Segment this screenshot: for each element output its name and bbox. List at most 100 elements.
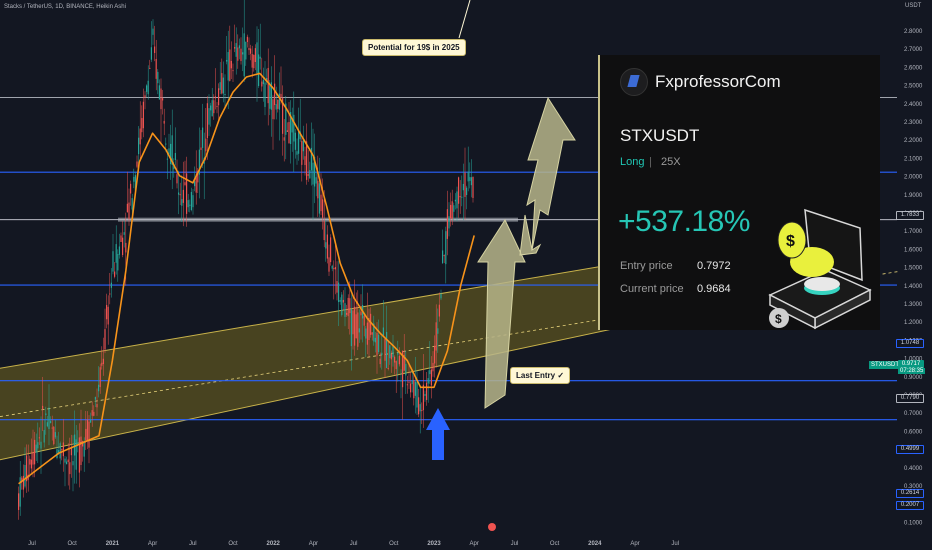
candle-body bbox=[32, 452, 34, 465]
side-separator: | bbox=[649, 156, 652, 168]
candle-body bbox=[94, 397, 96, 400]
y-tick-label: 0.6000 bbox=[904, 429, 923, 435]
candle-body bbox=[467, 171, 469, 182]
candle-body bbox=[293, 114, 295, 142]
candle-body bbox=[53, 426, 55, 445]
y-tick-label: 2.7000 bbox=[904, 47, 923, 53]
candle-body bbox=[264, 82, 266, 107]
candle-body bbox=[414, 381, 416, 396]
candle-body bbox=[307, 174, 309, 176]
candle-body bbox=[37, 442, 39, 449]
candle-body bbox=[408, 381, 410, 383]
candle-countdown: 07:28:35 bbox=[898, 368, 926, 374]
candle-body bbox=[459, 196, 461, 198]
candle-body bbox=[349, 298, 351, 314]
candle-body bbox=[75, 439, 77, 470]
candle-body bbox=[470, 177, 472, 186]
candle-body bbox=[46, 422, 48, 427]
candle-body bbox=[304, 156, 306, 166]
position-side: Long bbox=[620, 156, 645, 168]
candle-body bbox=[360, 311, 362, 316]
potential-callout[interactable]: Potential for 19$ in 2025 bbox=[362, 39, 466, 56]
candle-body bbox=[381, 352, 383, 355]
last-entry-callout[interactable]: Last Entry ✓ bbox=[510, 367, 571, 384]
brand-logo bbox=[620, 68, 648, 96]
candle-body bbox=[78, 437, 80, 473]
candle-body bbox=[120, 235, 122, 242]
candle-body bbox=[126, 203, 128, 213]
ticker-tag: STXUSDT bbox=[869, 361, 902, 369]
candle-body bbox=[454, 199, 456, 202]
candle-body bbox=[43, 430, 45, 443]
candle-body bbox=[72, 461, 74, 466]
candle-body bbox=[149, 67, 151, 69]
candle-body bbox=[230, 60, 232, 69]
svg-text:$: $ bbox=[786, 233, 795, 250]
candle-body bbox=[131, 198, 133, 210]
symbol-title[interactable]: Stacks / TetherUS, 1D, BINANCE, Heikin A… bbox=[4, 4, 126, 10]
candle-body bbox=[102, 358, 104, 364]
x-tick-label: Apr bbox=[148, 541, 157, 547]
time-axis[interactable]: Jul Oct 2021 Apr Jul Oct 2022 Apr Jul Oct 2023 Apr J… bbox=[28, 541, 679, 547]
candle-body bbox=[354, 306, 356, 346]
candle-body bbox=[398, 355, 400, 365]
candle-body bbox=[365, 328, 367, 339]
x-tick-label: Jul bbox=[28, 541, 36, 547]
candle-body bbox=[114, 271, 116, 277]
candle-body bbox=[69, 462, 71, 475]
candle-body bbox=[421, 409, 423, 412]
candle-body bbox=[418, 397, 420, 415]
candle-body bbox=[226, 60, 228, 62]
y-tick-label: 2.0000 bbox=[904, 175, 923, 181]
candle-body bbox=[453, 205, 455, 212]
candle-body bbox=[54, 432, 56, 438]
candle-body bbox=[219, 82, 221, 90]
candle-body bbox=[427, 378, 429, 384]
candle-body bbox=[237, 47, 239, 61]
candle-body bbox=[267, 67, 269, 104]
entry-price-label: Entry price bbox=[620, 260, 673, 272]
candle-body bbox=[274, 83, 276, 105]
candle-body bbox=[386, 332, 388, 369]
candle-body bbox=[298, 131, 300, 154]
y-tick-label: 1.6000 bbox=[904, 247, 923, 253]
candle-body bbox=[326, 234, 328, 259]
candle-body bbox=[178, 192, 180, 195]
candle-body bbox=[261, 81, 263, 87]
candle-body bbox=[34, 439, 36, 465]
candle-body bbox=[461, 196, 463, 198]
candle-body bbox=[448, 216, 450, 229]
candle-body bbox=[309, 170, 311, 179]
candle-body bbox=[165, 143, 167, 145]
candle-body bbox=[390, 353, 392, 360]
candle-body bbox=[91, 410, 93, 416]
x-tick-label: Jul bbox=[511, 541, 519, 547]
candle-body bbox=[246, 36, 248, 43]
candle-body bbox=[206, 103, 208, 138]
y-tick-label: 0.1000 bbox=[904, 520, 923, 526]
candle-body bbox=[147, 80, 149, 95]
candle-body bbox=[130, 183, 132, 194]
candle-body bbox=[317, 180, 319, 199]
price-tag-level-5: 0.2614 bbox=[896, 489, 924, 498]
candle-body bbox=[325, 242, 327, 249]
candle-body bbox=[258, 54, 260, 87]
candle-body bbox=[341, 294, 343, 315]
candle-body bbox=[176, 174, 178, 184]
candle-body bbox=[451, 201, 453, 219]
candle-body bbox=[374, 337, 376, 343]
candle-body bbox=[109, 293, 111, 295]
y-tick-label: 2.8000 bbox=[904, 29, 923, 35]
candle-body bbox=[101, 362, 103, 366]
candle-body bbox=[211, 100, 213, 117]
candle-body bbox=[122, 237, 124, 256]
y-tick-label: 2.1000 bbox=[904, 156, 923, 162]
candle-body bbox=[438, 304, 440, 317]
x-tick-label: Jul bbox=[189, 541, 197, 547]
candle-body bbox=[456, 191, 458, 209]
price-tag-level-2: 1.0748 bbox=[896, 339, 924, 348]
candle-body bbox=[432, 362, 434, 372]
candle-body bbox=[346, 312, 348, 315]
current-price-label: Current price bbox=[620, 283, 684, 295]
x-tick-label: 2023 bbox=[427, 541, 441, 547]
